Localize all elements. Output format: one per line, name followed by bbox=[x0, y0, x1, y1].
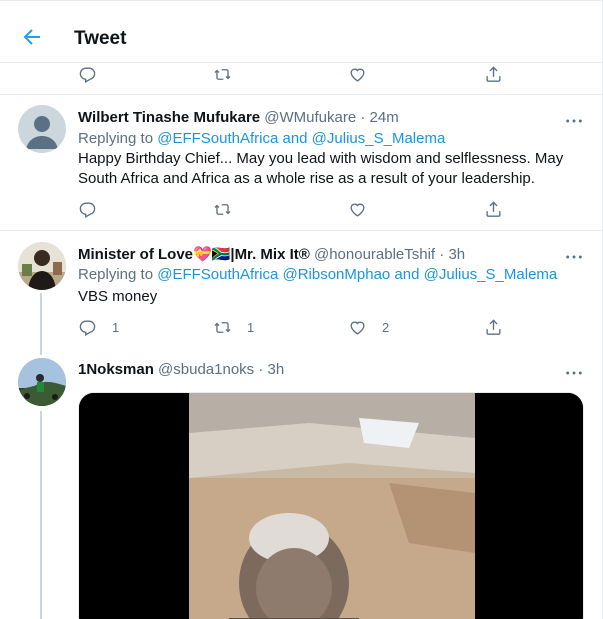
avatar[interactable] bbox=[18, 105, 66, 153]
mention-links[interactable]: @EFFSouthAfrica @RibsonMphao and @Julius… bbox=[157, 266, 557, 283]
timestamp[interactable]: · 24m bbox=[360, 109, 398, 126]
previous-tweet-actions bbox=[0, 63, 602, 93]
tweet-text: VBS money bbox=[78, 287, 157, 307]
share-icon bbox=[486, 65, 501, 82]
retweet-count: 1 bbox=[247, 319, 255, 335]
username[interactable]: @WMufukare bbox=[264, 109, 356, 126]
replying-label: Replying to bbox=[78, 130, 154, 147]
like-count: 2 bbox=[382, 319, 390, 335]
more-options-button[interactable] bbox=[565, 111, 585, 125]
replying-to: Replying to @EFFSouthAfrica @RibsonMphao… bbox=[78, 266, 557, 283]
replying-to: Replying to @EFFSouthAfrica and @Julius_… bbox=[78, 130, 445, 147]
reply-button[interactable]: 1 bbox=[78, 316, 119, 338]
heart-icon bbox=[350, 68, 365, 82]
page-header: Tweet bbox=[0, 1, 602, 63]
tweet-text: Happy Birthday Chief... May you lead wit… bbox=[78, 149, 563, 189]
arrow-left-icon bbox=[23, 29, 40, 45]
share-button[interactable] bbox=[484, 316, 503, 338]
replying-label: Replying to bbox=[78, 266, 154, 283]
heart-icon bbox=[350, 203, 365, 217]
comment-bubble-icon bbox=[79, 66, 96, 83]
share-button[interactable] bbox=[484, 198, 503, 220]
username[interactable]: @sbuda1noks bbox=[158, 361, 254, 378]
reply-button[interactable] bbox=[78, 63, 97, 85]
profile-photo bbox=[18, 242, 66, 290]
tweet-text-line: Happy Birthday Chief... May you lead wit… bbox=[78, 150, 564, 167]
tweet-detail-page: Tweet Wilbert Tinashe Mufukare @WMufukar… bbox=[0, 0, 603, 619]
username[interactable]: @honourableTshif bbox=[314, 246, 435, 263]
default-avatar-icon bbox=[26, 116, 58, 149]
avatar[interactable] bbox=[18, 358, 66, 406]
comment-bubble-icon bbox=[79, 319, 96, 336]
reply-tweet[interactable]: Minister of Love💝🇿🇦|Mr. Mix It® @honoura… bbox=[0, 231, 602, 351]
reply-count: 1 bbox=[112, 319, 120, 335]
tweet-header: Wilbert Tinashe Mufukare @WMufukare · 24… bbox=[78, 109, 399, 126]
reply-button[interactable] bbox=[78, 198, 97, 220]
video-player[interactable] bbox=[78, 392, 584, 619]
retweet-icon bbox=[214, 68, 231, 80]
like-button[interactable]: 2 bbox=[348, 316, 389, 338]
tweet-header: 1Noksman @sbuda1noks · 3h bbox=[78, 361, 284, 378]
profile-photo bbox=[18, 358, 66, 406]
page-title: Tweet bbox=[74, 28, 127, 49]
reply-tweet[interactable]: Wilbert Tinashe Mufukare @WMufukare · 24… bbox=[0, 95, 602, 229]
retweet-button[interactable] bbox=[213, 63, 232, 85]
share-button[interactable] bbox=[484, 63, 503, 85]
share-icon bbox=[486, 318, 501, 335]
share-icon bbox=[486, 200, 501, 217]
retweet-button[interactable]: 1 bbox=[213, 316, 254, 338]
display-name[interactable]: Wilbert Tinashe Mufukare bbox=[78, 109, 260, 126]
display-name[interactable]: 1Noksman bbox=[78, 361, 154, 378]
more-dots-icon bbox=[566, 371, 582, 375]
tweet-actions: 1 1 2 bbox=[0, 316, 602, 346]
timestamp[interactable]: · 3h bbox=[439, 246, 465, 263]
tweet-text-line: VBS money bbox=[78, 288, 158, 305]
retweet-icon bbox=[214, 321, 231, 333]
heart-icon bbox=[350, 321, 365, 335]
timestamp[interactable]: · 3h bbox=[258, 361, 284, 378]
more-dots-icon bbox=[566, 119, 582, 123]
more-dots-icon bbox=[566, 255, 582, 259]
like-button[interactable] bbox=[348, 63, 367, 85]
more-options-button[interactable] bbox=[565, 363, 585, 377]
like-button[interactable] bbox=[348, 198, 367, 220]
retweet-button[interactable] bbox=[213, 198, 232, 220]
comment-bubble-icon bbox=[79, 201, 96, 218]
tweet-header: Minister of Love💝🇿🇦|Mr. Mix It® @honoura… bbox=[78, 245, 465, 263]
tweet-text-line: South Africa and Africa as a whole rise … bbox=[78, 170, 535, 187]
tweet-actions bbox=[0, 198, 602, 228]
display-name[interactable]: Minister of Love💝🇿🇦|Mr. Mix It® bbox=[78, 246, 310, 263]
more-options-button[interactable] bbox=[565, 247, 585, 261]
mention-links[interactable]: @EFFSouthAfrica and @Julius_S_Malema bbox=[157, 130, 445, 147]
retweet-icon bbox=[214, 203, 231, 215]
video-thumbnail bbox=[79, 393, 583, 619]
avatar[interactable] bbox=[18, 242, 66, 290]
back-button[interactable] bbox=[20, 25, 46, 51]
